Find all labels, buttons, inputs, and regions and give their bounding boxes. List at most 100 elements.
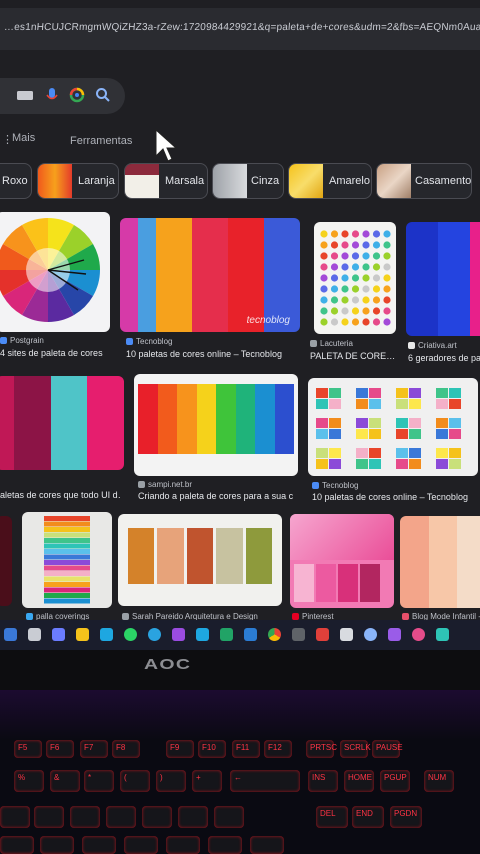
chip-swatch <box>38 164 72 198</box>
color-dot <box>372 307 381 315</box>
app-red-icon[interactable] <box>316 628 329 641</box>
telegram-icon[interactable] <box>148 628 161 641</box>
task-view-icon[interactable] <box>52 628 65 641</box>
key-label: F10 <box>202 743 216 752</box>
result-image-ui-palette[interactable] <box>0 376 124 470</box>
search-icon[interactable] <box>94 86 112 104</box>
store-icon[interactable] <box>196 628 209 641</box>
color-dot <box>320 296 328 304</box>
chip-cinza[interactable]: Cinza <box>212 163 284 199</box>
color-dot <box>341 252 349 260</box>
color-dot <box>330 285 339 293</box>
color-swatch <box>44 554 90 560</box>
tab-more[interactable]: Mais <box>12 132 35 144</box>
keyboard-key: + <box>192 770 222 792</box>
key-label: PGDN <box>394 809 418 818</box>
pink-photo <box>290 514 394 560</box>
keyboard-key: INS <box>308 770 338 792</box>
chip-roxo[interactable]: Roxo <box>0 163 32 199</box>
word-icon[interactable] <box>244 628 257 641</box>
result-image-rainbow[interactable] <box>134 374 298 476</box>
color-swatch <box>409 388 421 398</box>
color-dot <box>383 263 391 271</box>
color-dot <box>330 307 339 315</box>
app-teal-icon[interactable] <box>436 628 449 641</box>
color-swatch <box>436 459 448 469</box>
chip-swatch <box>125 164 159 198</box>
key-label: % <box>18 773 26 782</box>
result-title[interactable]: Criando a paleta de cores para a sua c… <box>138 491 294 501</box>
result-title[interactable]: 4 sites de paleta de cores <box>0 348 112 358</box>
search-box[interactable] <box>0 78 125 114</box>
result-image-dark-red[interactable] <box>0 516 12 606</box>
keyboard-key: F6 <box>46 740 74 758</box>
color-dot <box>372 252 381 260</box>
result-source: Tecnoblog <box>126 337 172 346</box>
tab-tools[interactable]: Ferramentas <box>70 135 132 147</box>
chip-laranja[interactable]: Laranja <box>37 163 119 199</box>
color-dot <box>341 296 349 304</box>
capcut-icon[interactable] <box>292 628 305 641</box>
color-dot <box>320 230 328 238</box>
result-image-color-wheel[interactable] <box>0 212 110 332</box>
result-title[interactable]: 10 paletas de cores online – Tecnoblog <box>126 349 302 359</box>
color-dot <box>372 318 381 326</box>
app-purple-icon[interactable] <box>388 628 401 641</box>
chip-casamento[interactable]: Casamento <box>376 163 472 199</box>
keyboard-icon[interactable] <box>16 86 34 104</box>
chip-label: Marsala <box>165 175 205 187</box>
color-dot <box>320 263 328 271</box>
result-source: Criativa.art <box>408 341 457 350</box>
result-image-pink[interactable] <box>290 514 394 608</box>
color-swatch <box>316 418 328 428</box>
color-swatch <box>356 429 368 439</box>
chrome-icon[interactable] <box>268 628 281 641</box>
color-swatch <box>396 418 408 428</box>
site-favicon-icon <box>0 337 7 345</box>
monitor-bezel <box>0 650 480 690</box>
result-title[interactable]: PALETA DE CORE… <box>310 351 396 361</box>
color-swatch <box>396 388 408 398</box>
color-swatch <box>44 593 90 598</box>
color-dot <box>372 230 381 238</box>
keyboard-key: ) <box>156 770 186 792</box>
result-title[interactable]: 10 paletas de cores online – Tecnoblog <box>312 492 478 502</box>
color-dot <box>362 241 370 249</box>
color-swatch <box>44 598 90 604</box>
chip-label: Cinza <box>251 175 280 187</box>
color-dot <box>351 274 360 282</box>
color-swatch <box>409 399 421 409</box>
result-image-vertical-stripes[interactable]: tecnoblog <box>120 218 300 332</box>
address-bar[interactable]: …es1nHCUJCRmgmWQiZHZ3a-rZew:172098442992… <box>0 8 480 50</box>
result-image-pastels[interactable] <box>400 516 480 608</box>
color-dot <box>341 307 349 315</box>
color-dot <box>341 285 349 293</box>
app-circle-icon[interactable] <box>364 628 377 641</box>
color-swatch <box>356 459 368 469</box>
chip-amarelo[interactable]: Amarelo <box>288 163 372 199</box>
result-image-dot-palette[interactable] <box>314 222 396 334</box>
result-title[interactable]: aletas de cores que todo UI d… <box>0 490 120 500</box>
edge-icon[interactable] <box>100 628 113 641</box>
start-icon[interactable] <box>4 628 17 641</box>
lens-icon[interactable] <box>68 86 86 104</box>
color-dot <box>330 263 339 271</box>
app-white-icon[interactable] <box>340 628 353 641</box>
key-label: PRTSC <box>310 743 337 752</box>
result-image-stripe-book[interactable] <box>22 512 112 608</box>
result-image-swatch-grid[interactable] <box>308 378 478 476</box>
result-image-earth-tones[interactable] <box>118 514 282 606</box>
search-taskbar-icon[interactable] <box>28 628 41 641</box>
color-swatch <box>316 388 328 398</box>
whatsapp-icon[interactable] <box>124 628 137 641</box>
file-explorer-icon[interactable] <box>76 628 89 641</box>
app-pink-icon[interactable] <box>412 628 425 641</box>
microphone-icon[interactable] <box>43 86 61 104</box>
color-dot <box>320 285 328 293</box>
result-title[interactable]: 6 geradores de pal <box>408 353 480 363</box>
color-swatch <box>44 516 90 521</box>
chip-marsala[interactable]: Marsala <box>124 163 208 199</box>
app-icon[interactable] <box>172 628 185 641</box>
excel-icon[interactable] <box>220 628 233 641</box>
result-image-blue-pink[interactable] <box>406 222 480 336</box>
